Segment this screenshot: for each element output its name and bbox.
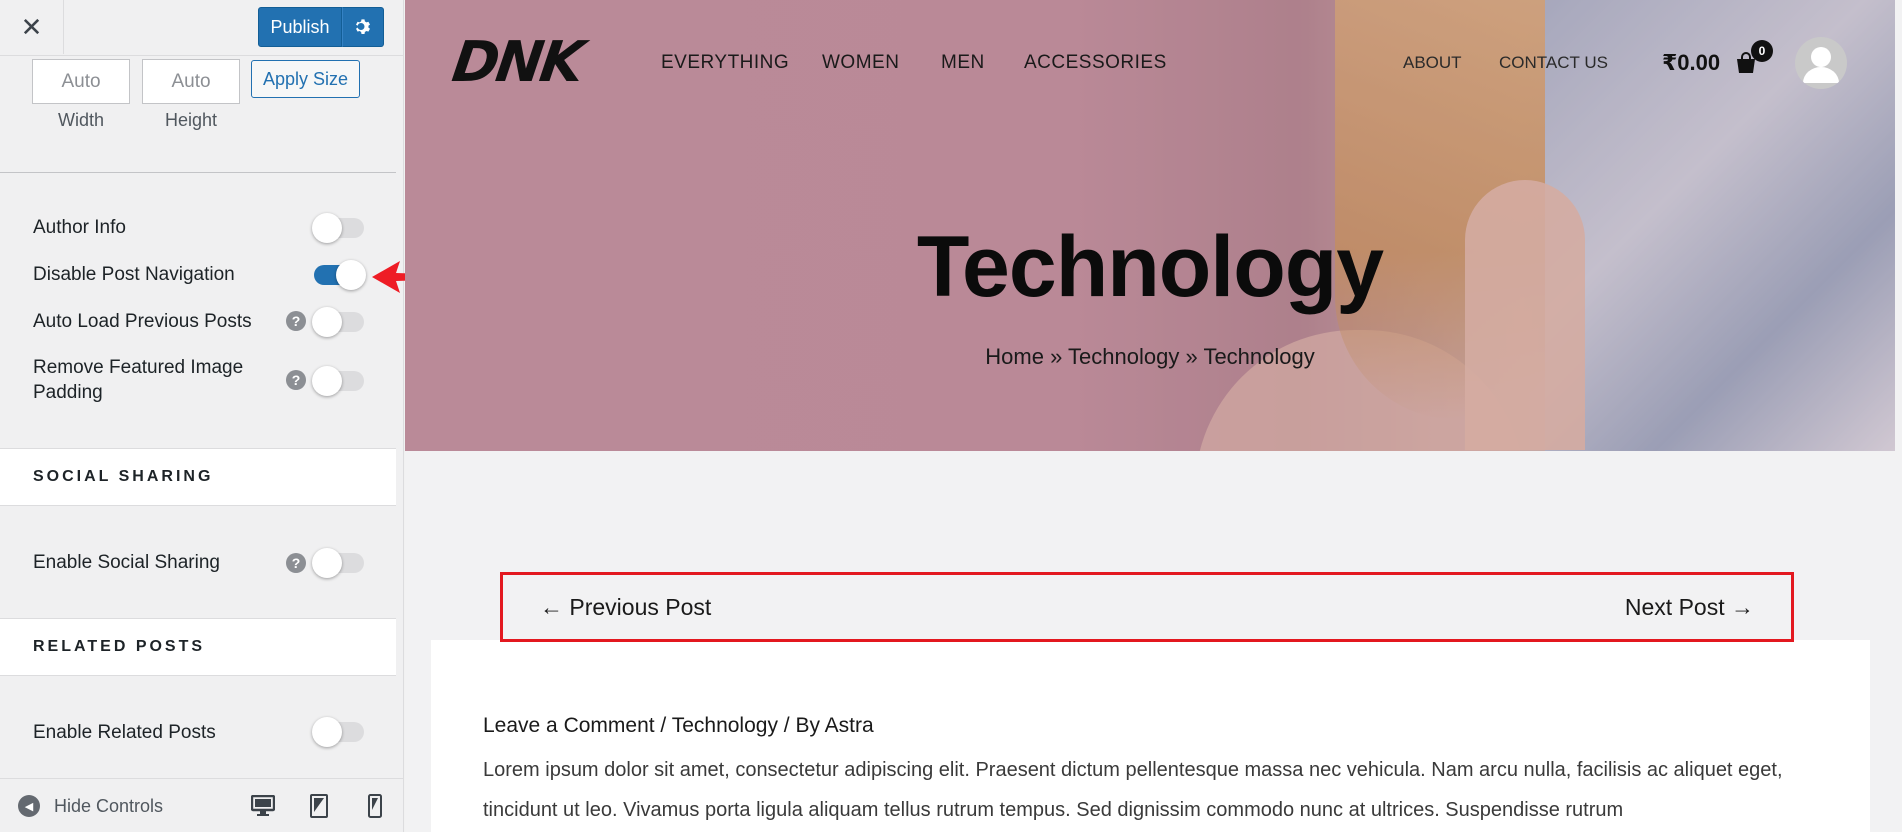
customizer-header: ✕ Publish <box>0 0 403 56</box>
nav-men[interactable]: MEN <box>941 52 985 74</box>
breadcrumb-technology[interactable]: Technology <box>1068 344 1179 369</box>
divider <box>0 172 396 173</box>
help-icon[interactable]: ? <box>286 370 306 390</box>
breadcrumb-current: Technology <box>1203 344 1315 369</box>
mobile-preview-icon[interactable] <box>362 793 388 819</box>
width-label: Width <box>57 110 104 130</box>
publish-group: Publish <box>258 7 384 47</box>
tablet-preview-icon[interactable] <box>306 793 332 819</box>
cart-count-badge: 0 <box>1751 40 1773 62</box>
enable-social-sharing-toggle[interactable] <box>312 548 364 578</box>
enable-social-sharing-label: Enable Social Sharing <box>33 552 220 573</box>
enable-related-posts-label: Enable Related Posts <box>33 722 216 743</box>
apply-size-button[interactable]: Apply Size <box>251 60 360 98</box>
collapse-icon: ◀ <box>18 795 40 817</box>
previous-post-link[interactable]: ← Previous Post <box>540 594 711 621</box>
height-label: Height <box>164 110 218 130</box>
customizer-sidebar: ✕ Publish Auto Auto Apply Size Width Hei… <box>0 0 404 832</box>
nav-everything[interactable]: EVERYTHING <box>661 52 789 74</box>
help-icon[interactable]: ? <box>286 553 306 573</box>
nav-accessories[interactable]: ACCESSORIES <box>1024 52 1167 74</box>
height-input[interactable]: Auto <box>142 59 240 104</box>
remove-featured-image-padding-label: Remove Featured Image Padding <box>33 357 244 403</box>
post-content: Leave a Comment / Technology / By Astra … <box>431 640 1870 832</box>
auto-load-previous-posts-toggle[interactable] <box>312 307 364 337</box>
customizer-footer: ◀ Hide Controls <box>0 778 403 832</box>
disable-post-navigation-toggle[interactable] <box>314 260 366 290</box>
post-body: Lorem ipsum dolor sit amet, consectetur … <box>483 759 1783 821</box>
desktop-preview-icon[interactable] <box>250 793 276 819</box>
site-preview: DNK EVERYTHING WOMEN MEN ACCESSORIES ABO… <box>405 0 1902 832</box>
nav-about[interactable]: ABOUT <box>1403 53 1462 73</box>
page-title: Technology <box>916 219 1384 315</box>
remove-featured-image-padding-toggle[interactable] <box>312 366 364 396</box>
width-input[interactable]: Auto <box>32 59 130 104</box>
auto-load-previous-posts-label: Auto Load Previous Posts <box>33 311 252 332</box>
post-navigation-highlight: ← Previous Post Next Post → <box>500 572 1794 642</box>
enable-related-posts-toggle[interactable] <box>312 717 364 747</box>
breadcrumb-home[interactable]: Home <box>985 344 1044 369</box>
disable-post-navigation-label: Disable Post Navigation <box>33 264 235 285</box>
hide-controls-label: Hide Controls <box>54 795 164 816</box>
author-info-label: Author Info <box>33 217 126 238</box>
publish-settings-gear-icon[interactable] <box>342 7 384 47</box>
breadcrumb-separator: » <box>1050 344 1063 369</box>
next-post-link[interactable]: Next Post → <box>1625 594 1754 621</box>
section-related-posts[interactable]: RELATED POSTS <box>0 618 396 676</box>
publish-button[interactable]: Publish <box>258 7 342 47</box>
user-avatar-icon[interactable] <box>1795 37 1847 89</box>
nav-women[interactable]: WOMEN <box>822 52 899 74</box>
site-logo[interactable]: DNK <box>448 30 585 95</box>
close-icon[interactable]: ✕ <box>0 0 64 54</box>
section-social-sharing[interactable]: SOCIAL SHARING <box>0 448 396 506</box>
nav-contact-us[interactable]: CONTACT US <box>1499 53 1608 73</box>
hero-banner: DNK EVERYTHING WOMEN MEN ACCESSORIES ABO… <box>405 0 1895 451</box>
breadcrumb: Home » Technology » Technology <box>405 344 1895 370</box>
author-info-toggle[interactable] <box>312 213 364 243</box>
breadcrumb-separator: » <box>1185 344 1198 369</box>
hide-controls-button[interactable]: ◀ Hide Controls <box>18 779 163 832</box>
help-icon[interactable]: ? <box>286 311 306 331</box>
cart-total[interactable]: ₹0.00 <box>1662 50 1720 76</box>
post-meta: Leave a Comment / Technology / By Astra <box>483 714 874 737</box>
